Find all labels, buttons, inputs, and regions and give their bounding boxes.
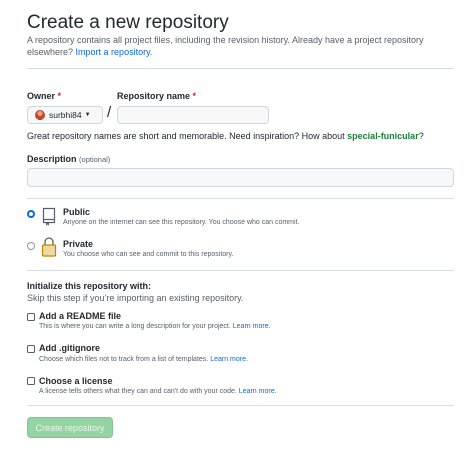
page-subtitle: A repository contains all project files,…	[27, 34, 457, 58]
naming-hint: Great repository names are short and mem…	[27, 131, 424, 141]
private-title: Private	[63, 239, 94, 249]
repository-name-label: Repository name *	[117, 91, 197, 101]
gitignore-learn-more-link[interactable]: Learn more.	[210, 356, 248, 363]
public-description: Anyone on the internet can see this repo…	[63, 219, 300, 226]
optional-tag: (optional)	[79, 155, 111, 164]
description-label: Description (optional)	[27, 154, 111, 164]
owner-dropdown[interactable]: surbhi84 ▼	[27, 106, 103, 124]
required-marker: *	[192, 91, 197, 101]
required-marker: *	[57, 91, 62, 101]
avatar	[35, 110, 45, 120]
divider	[27, 198, 454, 199]
page-title: Create a new repository	[27, 12, 229, 33]
repository-name-input[interactable]	[117, 106, 269, 124]
license-title: Choose a license	[39, 376, 113, 386]
divider	[27, 270, 454, 271]
gitignore-description: Choose which files not to track from a l…	[39, 356, 248, 363]
private-radio[interactable]	[27, 242, 35, 250]
license-checkbox[interactable]	[27, 377, 35, 385]
private-description: You choose who can see and commit to thi…	[63, 251, 234, 258]
caret-down-icon: ▼	[84, 112, 91, 118]
name-suggestion[interactable]: special-funicular	[347, 131, 419, 141]
gitignore-title: Add .gitignore	[39, 343, 100, 353]
owner-repo-separator: /	[107, 104, 112, 121]
license-description: A license tells others what they can and…	[39, 388, 277, 395]
create-repository-button[interactable]: Create repository	[27, 417, 113, 438]
public-title: Public	[63, 207, 91, 217]
readme-title: Add a README file	[39, 311, 122, 321]
gitignore-checkbox[interactable]	[27, 345, 35, 353]
readme-checkbox[interactable]	[27, 313, 35, 321]
lock-icon	[41, 237, 57, 257]
owner-value: surbhi84	[49, 110, 82, 120]
initialize-subtitle: Skip this step if you’re importing an ex…	[27, 293, 244, 303]
initialize-title: Initialize this repository with:	[27, 281, 152, 291]
repo-icon	[42, 207, 56, 226]
header-divider	[27, 68, 454, 69]
readme-learn-more-link[interactable]: Learn more.	[233, 323, 271, 330]
license-learn-more-link[interactable]: Learn more.	[239, 388, 277, 395]
owner-label: Owner *	[27, 91, 62, 101]
public-radio[interactable]	[27, 210, 35, 218]
divider	[27, 405, 454, 406]
readme-description: This is where you can write a long descr…	[39, 323, 271, 330]
import-repository-link[interactable]: Import a repository.	[76, 47, 153, 57]
description-input[interactable]	[27, 168, 454, 187]
